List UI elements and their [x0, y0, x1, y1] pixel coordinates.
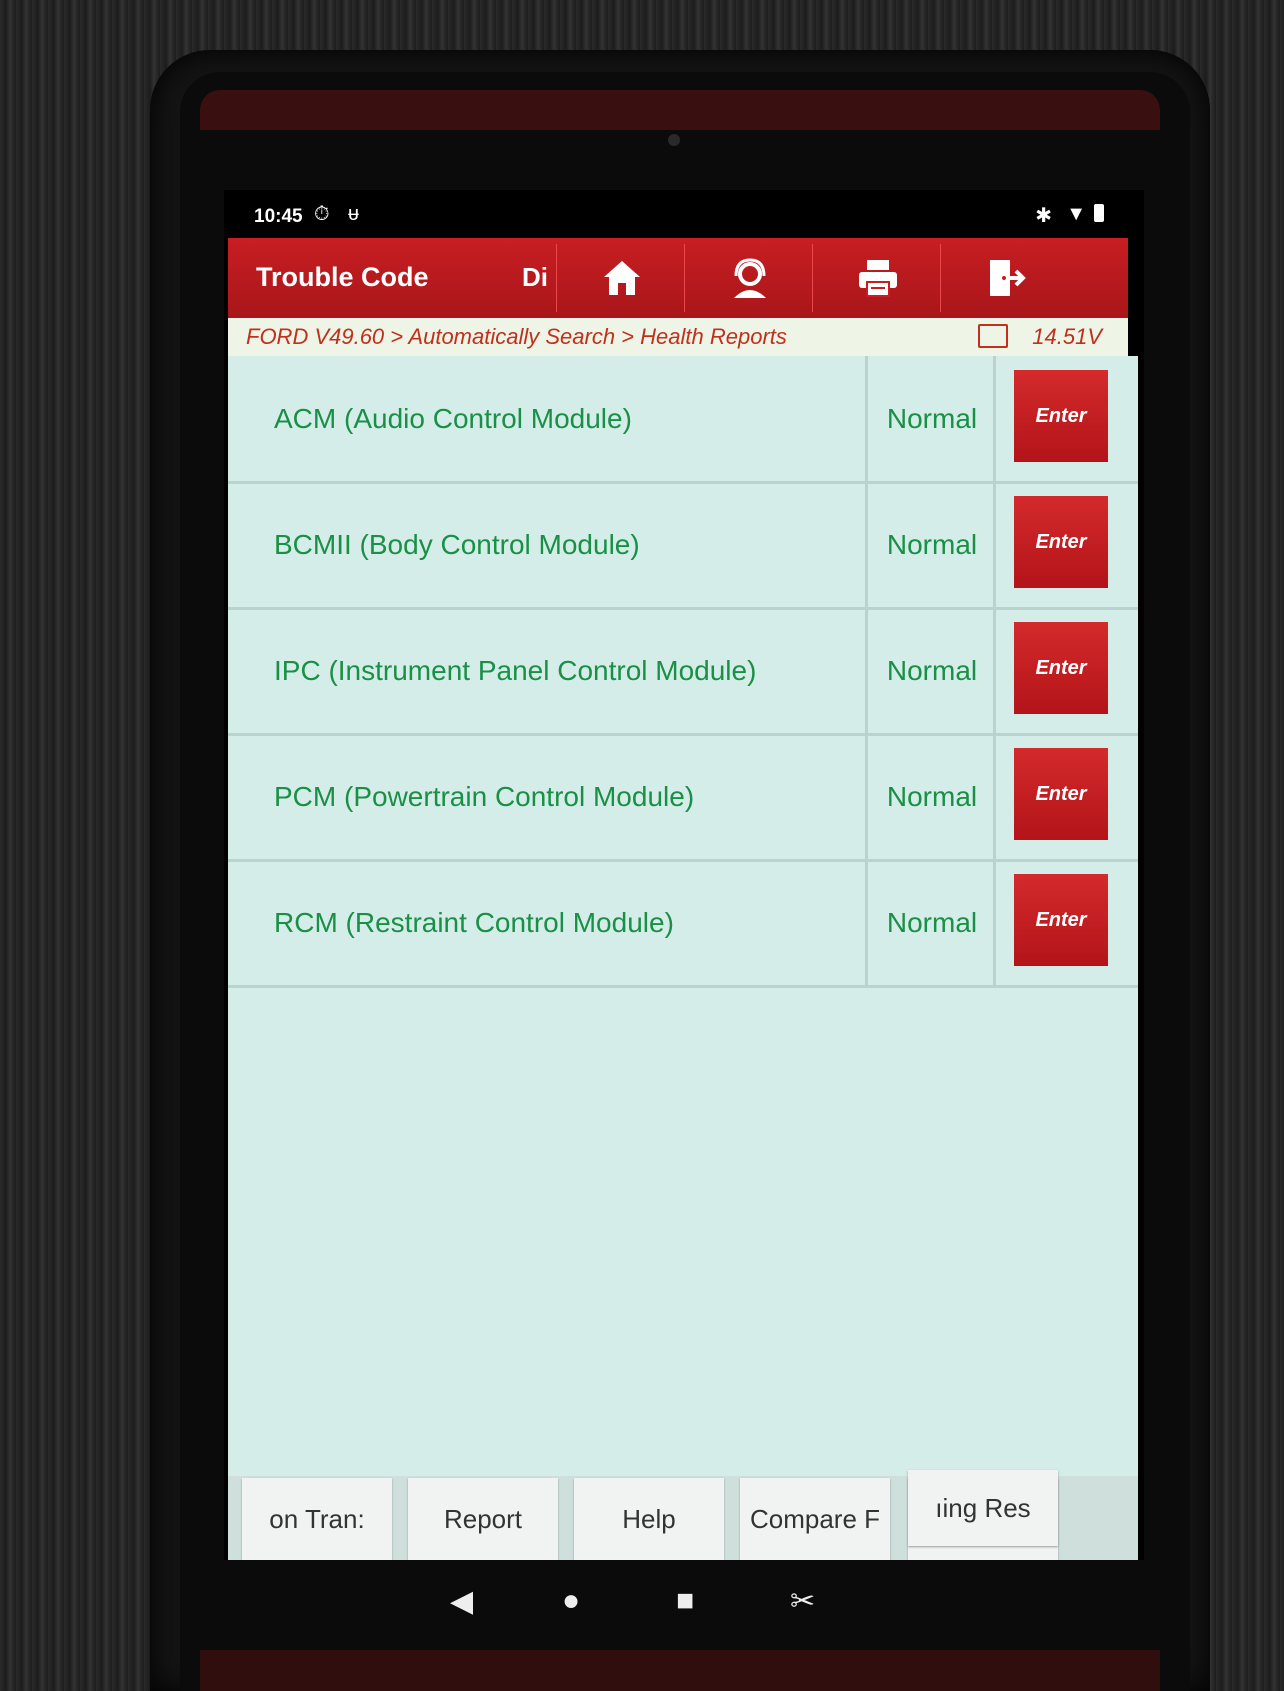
support-agent-icon	[734, 258, 766, 298]
home-circle-icon[interactable]: ●	[562, 1584, 580, 1618]
system-nav-bar: ◀ ● ■ ✂	[224, 1560, 1144, 1650]
enter-button[interactable]: Enter	[1014, 748, 1108, 840]
bezel-bottom	[200, 1650, 1160, 1691]
back-icon[interactable]: ◀	[450, 1584, 473, 1619]
timer-icon: ⏱	[314, 203, 330, 225]
print-button[interactable]	[812, 244, 943, 312]
camera-icon	[668, 134, 680, 146]
app-bar: Trouble Code Di	[228, 238, 1128, 318]
exit-button[interactable]	[940, 244, 1071, 312]
wifi-icon: ▼	[1066, 203, 1086, 225]
battery-voltage: 14.51V	[1032, 324, 1102, 349]
tab-partial[interactable]: Di	[522, 262, 548, 293]
module-list: ACM (Audio Control Module) Normal Enter …	[228, 356, 1138, 1476]
module-name: BCMII (Body Control Module)	[228, 482, 868, 607]
enter-button[interactable]: Enter	[1014, 496, 1108, 588]
enter-button[interactable]: Enter	[1014, 622, 1108, 714]
module-name: ACM (Audio Control Module)	[228, 356, 868, 481]
home-button[interactable]	[556, 244, 687, 312]
bluetooth-icon: ✱	[1035, 205, 1052, 227]
device-screen: 10:45 ⏱ ᵾ ✱ ▼ Trouble Code Di FORD V49.6…	[224, 190, 1144, 1560]
module-status: Normal	[871, 860, 996, 985]
module-name: IPC (Instrument Panel Control Module)	[228, 608, 868, 733]
module-status: Normal	[871, 734, 996, 859]
recents-icon[interactable]: ■	[676, 1584, 694, 1618]
exit-icon	[990, 260, 1026, 296]
table-row: BCMII (Body Control Module) Normal Enter	[228, 482, 1138, 610]
module-name: PCM (Powertrain Control Module)	[228, 734, 868, 859]
print-icon	[859, 260, 897, 297]
breadcrumb: FORD V49.60 > Automatically Search > Hea…	[246, 324, 787, 349]
support-button[interactable]	[684, 244, 815, 312]
screenshot-icon[interactable]: ✂	[790, 1584, 815, 1619]
page-title: Trouble Code	[256, 262, 429, 292]
compare-button[interactable]: Compare F	[740, 1478, 890, 1560]
enter-button[interactable]: Enter	[1014, 370, 1108, 462]
reset-button[interactable]: ıing Res	[908, 1470, 1058, 1546]
table-row: RCM (Restraint Control Module) Normal En…	[228, 860, 1138, 988]
usb-debug-icon: ᵾ	[348, 203, 359, 225]
table-row: PCM (Powertrain Control Module) Normal E…	[228, 734, 1138, 862]
transfer-button[interactable]: on Tran:	[242, 1478, 392, 1560]
breadcrumb-bar: FORD V49.60 > Automatically Search > Hea…	[228, 318, 1128, 356]
module-status: Normal	[871, 482, 996, 607]
module-status: Normal	[871, 356, 996, 481]
table-row: ACM (Audio Control Module) Normal Enter	[228, 356, 1138, 484]
module-name: RCM (Restraint Control Module)	[228, 860, 868, 985]
enter-button[interactable]: Enter	[1014, 874, 1108, 966]
report-button[interactable]: Report	[408, 1478, 558, 1560]
table-row: IPC (Instrument Panel Control Module) No…	[228, 608, 1138, 736]
bezel-accent	[200, 90, 1160, 130]
car-battery-icon	[978, 324, 1008, 348]
clock: 10:45	[254, 206, 303, 227]
battery-icon	[1094, 204, 1104, 222]
help-button[interactable]: Help	[574, 1478, 724, 1560]
module-status: Normal	[871, 608, 996, 733]
status-bar: 10:45 ⏱ ᵾ ✱ ▼	[224, 190, 1144, 238]
home-icon	[604, 261, 640, 295]
